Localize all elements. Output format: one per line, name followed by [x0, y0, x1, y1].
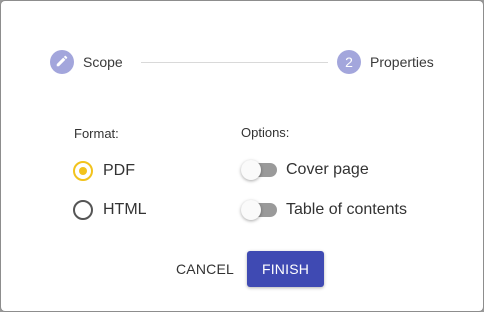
toggle-thumb[interactable] [241, 200, 261, 220]
stepper: Scope 2 Properties [50, 50, 440, 76]
step-properties-indicator[interactable]: 2 [337, 50, 361, 74]
pencil-icon [55, 54, 69, 71]
format-option-label: PDF [103, 162, 135, 179]
options-label: Options: [241, 125, 290, 140]
export-dialog: Scope 2 Properties Format: PDF HTML Opti… [1, 1, 483, 311]
table-of-contents-toggle[interactable] [241, 200, 279, 220]
cancel-button[interactable]: CANCEL [171, 251, 239, 287]
format-label: Format: [74, 126, 119, 141]
cover-page-toggle[interactable] [241, 160, 279, 180]
step-connector [141, 62, 328, 63]
format-radio-html[interactable]: HTML [73, 198, 147, 222]
radio-checked-icon[interactable] [73, 161, 93, 181]
format-option-label: HTML [103, 201, 147, 218]
step-properties-label[interactable]: Properties [370, 54, 434, 70]
step-scope-label[interactable]: Scope [83, 54, 123, 70]
finish-button[interactable]: FINISH [247, 251, 324, 287]
radio-dot [79, 167, 87, 175]
cover-page-label: Cover page [286, 161, 369, 178]
radio-unchecked-icon[interactable] [73, 200, 93, 220]
step-scope-indicator[interactable] [50, 50, 74, 74]
table-of-contents-toggle-row[interactable]: Table of contents [241, 198, 407, 222]
cover-page-toggle-row[interactable]: Cover page [241, 158, 369, 182]
format-radio-pdf[interactable]: PDF [73, 159, 135, 183]
toggle-thumb[interactable] [241, 160, 261, 180]
table-of-contents-label: Table of contents [286, 201, 407, 218]
